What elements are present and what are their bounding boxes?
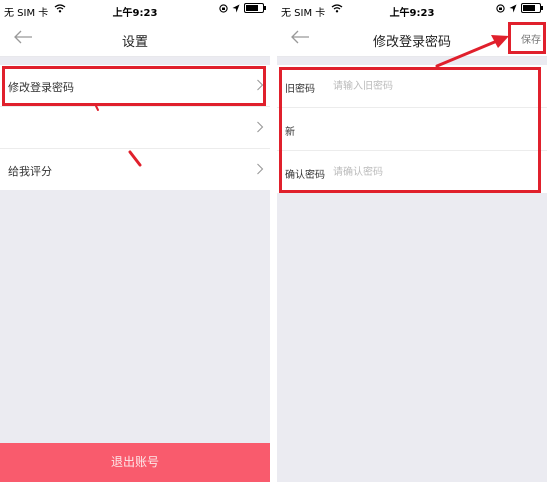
annotation-arrow <box>435 35 509 68</box>
settings-screen: 无 SIM 卡 上午9:23 设置 修改登录密码 给我评分 退出账号 <box>0 0 270 482</box>
annotation-marks <box>95 105 142 167</box>
screen-gap <box>270 0 277 482</box>
change-password-screen: 无 SIM 卡 上午9:23 修改登录密码 保存 旧密码 新 确认密码 <box>277 0 547 482</box>
